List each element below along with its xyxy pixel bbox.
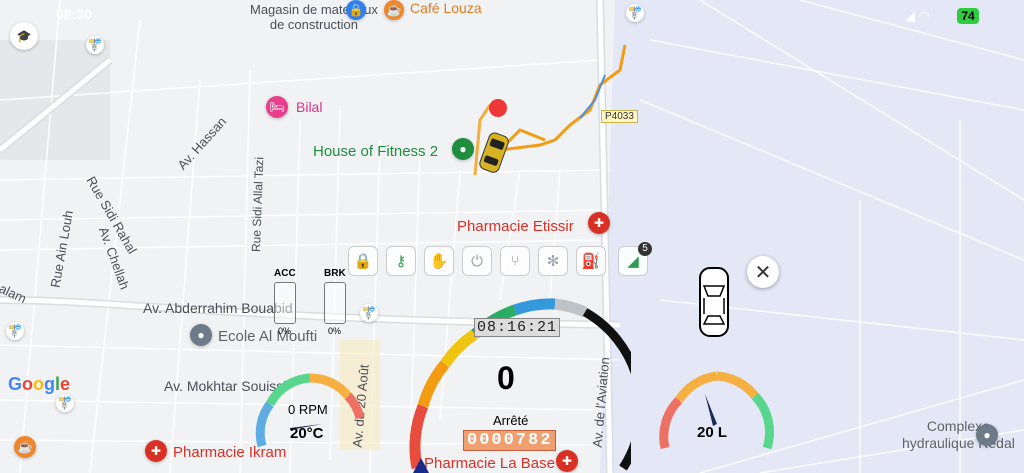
brk-bar xyxy=(324,282,346,324)
cafe-icon: ☕ xyxy=(14,436,36,458)
acc-label: ACC xyxy=(274,268,296,279)
fuel-value: 20 L xyxy=(697,424,728,441)
lock-icon[interactable]: 🔒 xyxy=(348,246,378,276)
temperature-value: 20°C xyxy=(290,425,324,442)
location-button[interactable]: 🎓 xyxy=(10,22,38,50)
key-icon[interactable]: ⚷ xyxy=(386,246,416,276)
brk-value: 0% xyxy=(328,326,342,336)
poi-cafe-louza[interactable]: Café Louza xyxy=(410,0,482,16)
graduation-cap-icon: 🎓 xyxy=(16,29,32,43)
rpm-value: 0 RPM xyxy=(288,402,328,417)
signal-count-badge: 5 xyxy=(638,242,652,256)
status-time: 08:30 xyxy=(56,6,92,22)
battery-indicator: 74 xyxy=(957,8,979,24)
poi-bilal[interactable]: Bilal xyxy=(296,99,322,115)
school-icon: ● xyxy=(190,324,212,346)
seat-icon[interactable]: ⑂ xyxy=(500,246,530,276)
shop-icon: 🔒 xyxy=(346,0,366,20)
bus-stop-icon: 🚏 xyxy=(626,4,644,22)
fitness-icon: ● xyxy=(452,138,474,160)
hotel-icon: 🛏 xyxy=(266,96,288,118)
speed-value: 0 xyxy=(497,360,515,396)
vehicle-status: Arrêté xyxy=(493,413,529,428)
power-icon[interactable]: ⏻ xyxy=(462,246,492,276)
bus-stop-icon: 🚏 xyxy=(6,322,24,340)
fuel-gauge xyxy=(659,371,775,450)
street-av-abderrahim-bouabid: Av. Abderrahim Bouabid xyxy=(143,300,293,316)
vehicle-marker-icon[interactable] xyxy=(478,130,512,176)
bus-stop-icon: 🚏 xyxy=(56,394,74,412)
hand-icon[interactable]: ✋ xyxy=(424,246,454,276)
wifi-icon: ◢ ◠ xyxy=(905,8,930,23)
poi-ecole-al-moufti[interactable]: Ecole Al Moufti xyxy=(218,328,317,345)
road-badge: P4033 xyxy=(601,110,638,123)
bus-stop-icon: 🚏 xyxy=(360,304,378,322)
brk-label: BRK xyxy=(324,268,346,279)
close-button[interactable]: ✕ xyxy=(747,256,779,288)
cafe-icon: ☕ xyxy=(384,0,404,20)
odometer-display: 0000782 xyxy=(463,430,557,451)
pharmacy-icon: ✚ xyxy=(588,212,610,234)
acc-bar xyxy=(274,282,296,324)
acc-value: 0% xyxy=(278,326,292,336)
google-logo: Google xyxy=(8,374,71,394)
car-outline-icon xyxy=(699,267,729,337)
poi-pharmacie-etissir[interactable]: Pharmacie Etissir xyxy=(457,218,574,235)
landmark-icon: ● xyxy=(976,424,998,446)
poi-house-of-fitness[interactable]: House of Fitness 2 xyxy=(313,143,438,160)
snowflake-icon[interactable]: ✻ xyxy=(538,246,568,276)
close-icon: ✕ xyxy=(754,261,772,284)
pharmacy-icon: ✚ xyxy=(145,440,167,462)
clock-display: 08:16:21 xyxy=(474,318,561,337)
fuel-pump-icon[interactable]: ⛽ xyxy=(576,246,606,276)
bus-stop-icon: 🚏 xyxy=(86,36,104,54)
